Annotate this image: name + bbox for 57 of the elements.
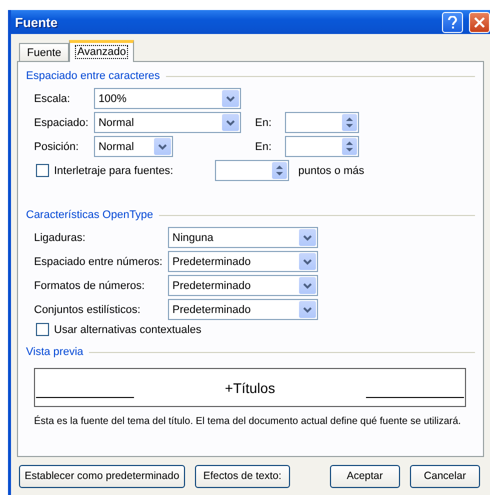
unit-label: puntos o más	[298, 164, 364, 176]
dropdown-field[interactable]: Predeterminado	[168, 299, 318, 320]
section-heading: Vista previa	[26, 346, 84, 358]
field-label: Posición:	[34, 140, 80, 152]
spin-field[interactable]	[285, 136, 360, 157]
preview-description: Ésta es la fuente del tema del título. El tema del documento actual define qué fuente se utilizará.	[34, 415, 461, 428]
field-label: Escala:	[34, 92, 72, 104]
dialog-button[interactable]: Establecer como predeterminado	[19, 464, 185, 488]
field-label: Espaciado entre números:	[34, 256, 164, 268]
dropdown-field[interactable]: Predeterminado	[168, 251, 318, 272]
section-heading: Características OpenType	[26, 209, 154, 221]
help-button[interactable]	[442, 12, 463, 32]
field-label: Espaciado:	[34, 116, 90, 128]
chevron-down-icon	[303, 234, 312, 240]
close-button[interactable]	[469, 12, 490, 32]
tab[interactable]: Avanzado	[69, 40, 134, 62]
dropdown-button[interactable]	[154, 138, 172, 155]
chevron-down-icon	[158, 144, 168, 150]
checkbox-label: Interletraje para fuentes:	[54, 164, 174, 176]
dropdown-button[interactable]	[299, 277, 316, 294]
checkbox[interactable]	[36, 164, 49, 177]
dropdown-button[interactable]	[299, 253, 316, 270]
dropdown-field[interactable]: Normal	[94, 112, 242, 133]
dropdown-field[interactable]: 100%	[94, 88, 242, 109]
checkbox-label: Usar alternativas contextuales	[54, 324, 202, 336]
chevron-down-icon	[303, 258, 312, 264]
window-title: Fuente	[15, 14, 59, 30]
dropdown-button[interactable]	[222, 114, 240, 131]
field-label: En:	[254, 140, 273, 152]
chevron-down-icon	[303, 306, 312, 312]
question-mark-icon	[448, 16, 457, 28]
checkbox[interactable]	[36, 323, 49, 336]
chevron-down-icon	[226, 96, 236, 102]
dropdown-field[interactable]: Predeterminado	[168, 275, 318, 296]
field-label: Formatos de números:	[34, 280, 146, 292]
tab[interactable]: Fuente	[19, 43, 70, 61]
field-label: En:	[254, 116, 273, 128]
spin-field[interactable]	[215, 160, 290, 181]
field-label: Ligaduras:	[34, 232, 86, 244]
up-down-arrows-icon	[346, 141, 354, 152]
dropdown-button[interactable]	[299, 301, 316, 318]
up-down-arrows-icon	[276, 165, 284, 176]
dropdown-button[interactable]	[222, 90, 240, 107]
dialog-button[interactable]: Cancelar	[410, 464, 480, 488]
chevron-down-icon	[226, 120, 236, 126]
dialog-button[interactable]: Aceptar	[330, 464, 400, 488]
dialog-button[interactable]: Efectos de texto:	[194, 464, 290, 488]
dropdown-field[interactable]: Normal	[94, 136, 174, 157]
dropdown-button[interactable]	[299, 229, 316, 246]
preview-sample: +Títulos	[224, 380, 276, 396]
close-icon	[474, 16, 485, 28]
section-heading: Espaciado entre caracteres	[26, 70, 160, 82]
spin-field[interactable]	[285, 112, 360, 133]
up-down-arrows-icon	[346, 117, 354, 128]
dropdown-field[interactable]: Ninguna	[168, 227, 318, 248]
field-label: Conjuntos estilísticos:	[34, 304, 142, 316]
chevron-down-icon	[303, 282, 312, 288]
